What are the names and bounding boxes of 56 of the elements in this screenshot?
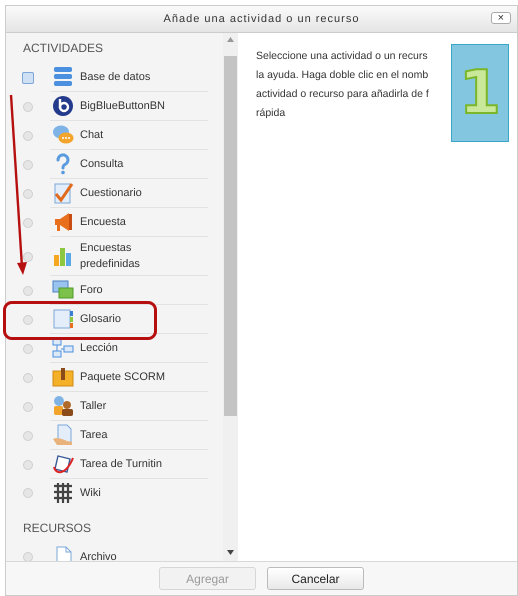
puzzle-grid-icon (52, 482, 74, 504)
scroll-down-icon[interactable] (227, 550, 234, 555)
radio-button[interactable] (23, 552, 33, 561)
bar-chart-icon (52, 245, 74, 267)
checklist-document-icon (52, 182, 74, 204)
radio-button[interactable] (23, 488, 33, 498)
radio-button[interactable] (23, 218, 33, 228)
activity-name[interactable]: Chat (80, 127, 104, 143)
radio-button[interactable] (23, 344, 33, 354)
help-text: Seleccione una actividad o un recurs la ayuda. Haga doble clic en el nomb actividad o recurso para añadirla de f rápida (256, 49, 429, 121)
activity-name[interactable]: Tarea (80, 427, 108, 443)
radio-button[interactable] (23, 160, 33, 170)
activity-name[interactable]: Base de datos (80, 69, 150, 85)
radio-button[interactable] (22, 72, 34, 84)
radio-button[interactable] (23, 460, 33, 470)
activity-name[interactable]: Foro (80, 282, 103, 298)
circle-logo-icon (52, 95, 74, 117)
database-icon (52, 66, 74, 88)
activity-name[interactable]: Archivo (80, 549, 117, 561)
step-number-badge: 1 (451, 44, 509, 142)
activity-name[interactable]: BigBlueButtonBN (80, 98, 165, 114)
radio-button[interactable] (23, 252, 33, 262)
radio-button[interactable] (23, 372, 33, 382)
activity-name[interactable]: Consulta (80, 156, 124, 172)
radio-button[interactable] (23, 102, 33, 112)
activity-name[interactable]: Tarea de Turnitin (80, 456, 162, 472)
scrollbar[interactable] (223, 33, 238, 561)
activity-name[interactable]: Paquete SCORM (80, 369, 165, 385)
section-heading: RECURSOS (22, 520, 92, 537)
activity-name[interactable]: Encuesta (80, 214, 126, 230)
dialog-button[interactable]: Cancelar (267, 567, 364, 590)
activity-name[interactable]: Encuestas predefinidas (80, 240, 180, 272)
chat-bubble-icon (52, 124, 74, 146)
package-icon (52, 366, 74, 388)
chat-bubble-icon (52, 279, 74, 301)
curved-document-icon (52, 453, 74, 475)
activity-name[interactable]: Lección (80, 340, 118, 356)
close-button[interactable]: × (490, 12, 511, 24)
radio-button[interactable] (23, 130, 33, 140)
activity-name[interactable]: Taller (80, 398, 106, 414)
people-icon (52, 395, 74, 417)
document-hand-icon (52, 424, 74, 446)
radio-button[interactable] (23, 430, 33, 440)
radio-button[interactable] (23, 402, 33, 412)
glossary-icon (52, 308, 74, 330)
activity-name[interactable]: Glosario (80, 311, 121, 327)
dialog-title: Añade una actividad o un recurso (164, 13, 360, 25)
activity-name[interactable]: Wiki (80, 485, 101, 501)
radio-button[interactable] (23, 314, 33, 324)
activity-name[interactable]: Cuestionario (80, 185, 142, 201)
megaphone-icon (52, 211, 74, 233)
section-heading: ACTIVIDADES (22, 41, 104, 57)
radio-button[interactable] (23, 188, 33, 198)
scroll-up-icon[interactable] (227, 37, 234, 42)
flowchart-icon (52, 337, 74, 359)
radio-button[interactable] (23, 286, 33, 296)
